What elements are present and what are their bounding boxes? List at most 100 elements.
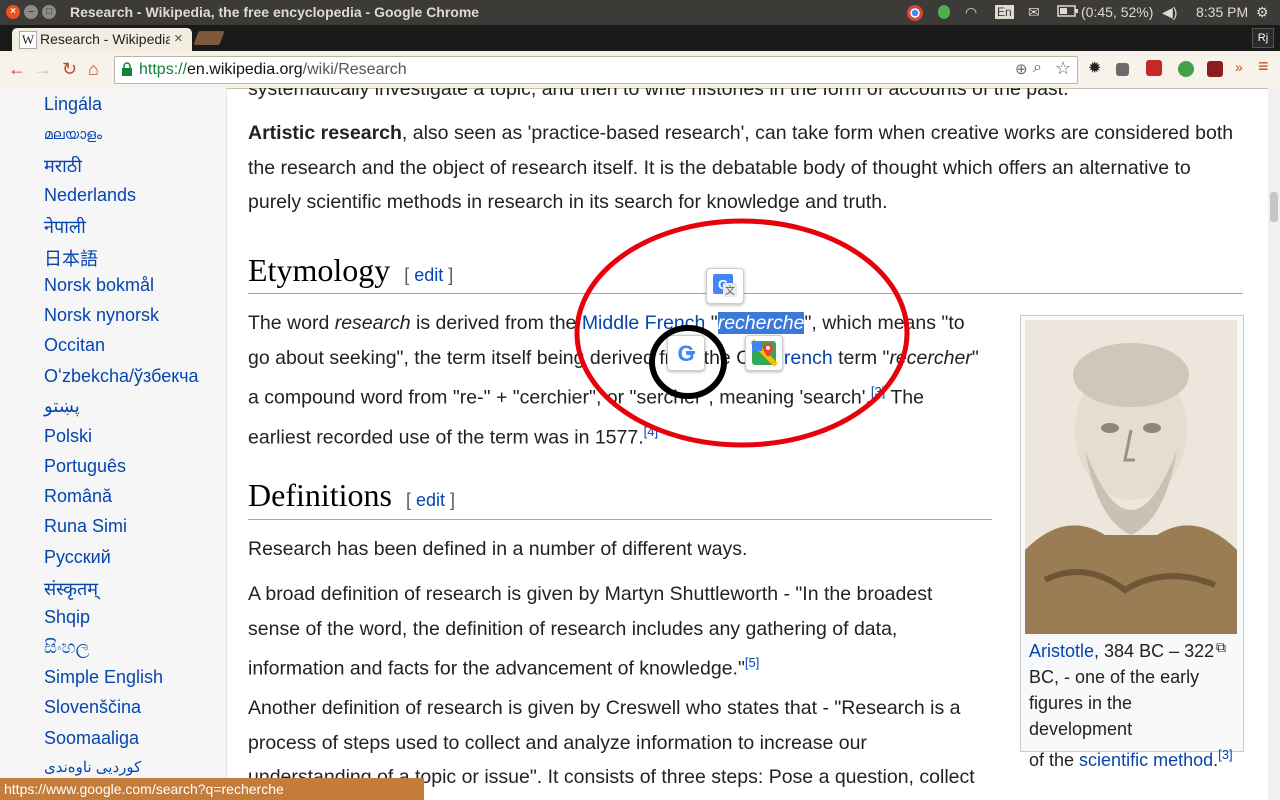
minimize-window-button[interactable]: – [24,5,38,19]
language-link[interactable]: Lingála [44,94,102,115]
tab-title: Research - Wikipedia [40,31,170,47]
text: ", which means "to [804,312,965,334]
language-link[interactable]: മലയാളം [44,126,102,143]
tab-research[interactable]: W Research - Wikipedia × [12,28,192,51]
heading-rule [248,293,1243,294]
leaf-tray-icon[interactable] [935,4,953,27]
text: The [885,386,924,409]
extension-pin-icon[interactable] [1207,61,1223,77]
language-link[interactable]: Oʻzbekcha/ўзбекча [44,366,198,387]
chrome-tray-icon[interactable] [905,4,925,27]
extensions-overflow-icon[interactable]: » [1235,59,1251,75]
edit-section-link[interactable]: [ edit ] [404,265,453,285]
wikipedia-favicon: W [19,31,37,49]
maximize-window-button[interactable]: □ [42,5,56,19]
language-link[interactable]: Nederlands [44,185,136,206]
url-text[interactable]: https://en.wikipedia.org/wiki/Research [139,61,407,79]
extension-settings-icon[interactable]: ✹ [1088,58,1104,77]
home-button[interactable]: ⌂ [88,59,99,80]
language-link[interactable]: Português [44,456,126,477]
thumbnail-caption: Aristotle, 384 BC – 322 BC, - one of the… [1029,638,1239,773]
definitions-p3-line-2: process of steps used to collect and ana… [248,731,867,754]
clock[interactable]: 8:35 PM [1196,4,1248,20]
google-translate-button[interactable]: G文 [706,268,744,304]
language-link[interactable]: 日本語 [44,245,98,271]
language-link[interactable]: Shqip [44,607,90,628]
scientific-method-link[interactable]: scientific method [1079,750,1213,770]
language-link[interactable]: Slovenščina [44,697,141,718]
edit-link-text[interactable]: edit [414,265,443,285]
close-window-button[interactable]: × [6,5,20,19]
language-link[interactable]: සිංහල [44,637,89,658]
heading-rule [248,519,992,520]
extension-puzzle-icon[interactable] [1116,63,1129,76]
language-link[interactable]: Norsk bokmål [44,275,154,296]
caption-line-1: Aristotle, 384 BC – 322 [1029,638,1239,664]
middle-french-link[interactable]: Middle French [582,312,706,334]
language-link[interactable]: Runa Simi [44,516,127,537]
reference-link[interactable]: [4] [644,424,658,439]
google-g-icon: G [677,341,695,366]
address-bar[interactable]: https://en.wikipedia.org/wiki/Research ⊕… [114,56,1078,84]
caption-line-2: BC, - one of the early [1029,667,1200,687]
back-button[interactable]: ← [8,59,26,80]
language-link[interactable]: Simple English [44,667,163,688]
volume-icon[interactable]: ◀) [1162,4,1177,21]
wifi-icon[interactable]: ◠ [965,4,977,21]
language-link[interactable]: संस्कृतम् [44,577,98,601]
url-host: en.wikipedia.org [187,61,303,78]
edit-link-text[interactable]: edit [416,490,445,510]
language-link[interactable]: کوردیی ناوەندی [44,758,141,776]
text: a compound word from "re-" + "cerchier",… [248,386,871,409]
language-link[interactable]: پښتو [44,396,80,417]
zoom-icon[interactable]: ⊕ [1015,60,1028,78]
google-search-button[interactable]: G [667,335,705,371]
text: earliest recorded use of the term was in… [248,426,644,449]
new-tab-button[interactable] [193,31,225,45]
aristotle-link[interactable]: Aristotle [1029,641,1094,661]
profile-badge[interactable]: Rj [1252,28,1274,48]
reload-button[interactable]: ↻ [62,59,77,80]
bookmark-star-icon[interactable]: ☆ [1055,58,1071,79]
extension-pdf-icon[interactable] [1146,60,1162,76]
scrollbar-thumb[interactable] [1270,192,1278,222]
language-link[interactable]: Soomaaliga [44,728,139,749]
language-link[interactable]: Русский [44,547,111,568]
aristotle-bust-image[interactable] [1025,320,1237,634]
search-icon[interactable]: ⌕ [1033,59,1042,77]
language-link[interactable]: नेपाली [44,215,86,239]
definitions-p3-line-1: Another definition of research is given … [248,697,961,719]
etymology-title: Etymology [248,252,391,288]
etymology-heading: Etymology [ edit ] [248,252,453,289]
language-link[interactable]: Occitan [44,335,105,356]
mail-icon[interactable]: ✉ [1028,4,1040,21]
settings-gear-icon[interactable]: ⚙ [1256,4,1269,21]
window-title: Research - Wikipedia, the free encyclope… [70,4,480,20]
language-link[interactable]: Română [44,486,112,507]
selected-text-recherche[interactable]: recherche [717,312,805,334]
url-scheme: https:// [139,61,188,78]
extension-leaf-icon[interactable] [1178,61,1194,77]
menu-icon[interactable]: ≡ [1258,56,1274,76]
reference-link[interactable]: [3] [1218,747,1232,762]
reference-link[interactable]: [5] [745,655,759,670]
vertical-scrollbar[interactable] [1268,88,1280,800]
language-link[interactable]: मराठी [44,154,82,178]
artistic-text: , also seen as 'practice-based research'… [401,122,1234,144]
reference-link[interactable]: [3] [871,384,885,399]
language-link[interactable]: Polski [44,426,92,447]
google-maps-button[interactable] [745,335,783,371]
tab-close-icon[interactable]: × [174,30,183,47]
caption-line-4: of the scientific method.[3] [1029,742,1239,773]
edit-section-link[interactable]: [ edit ] [406,490,455,510]
artistic-research-term: Artistic research [248,122,402,144]
text-italic: research [334,312,411,334]
language-link[interactable]: Norsk nynorsk [44,305,159,326]
battery-icon[interactable] [1057,4,1079,21]
text: , 384 BC – 322 [1094,641,1215,661]
artistic-line-3: purely scientific methods in research in… [248,191,888,213]
keyboard-layout-indicator[interactable]: En [995,5,1014,19]
forward-button[interactable]: → [34,59,52,80]
language-sidebar: Lingála മലയാളം मराठी Nederlands नेपाली 日… [0,88,227,800]
os-title-bar: × – □ Research - Wikipedia, the free enc… [0,0,1280,25]
